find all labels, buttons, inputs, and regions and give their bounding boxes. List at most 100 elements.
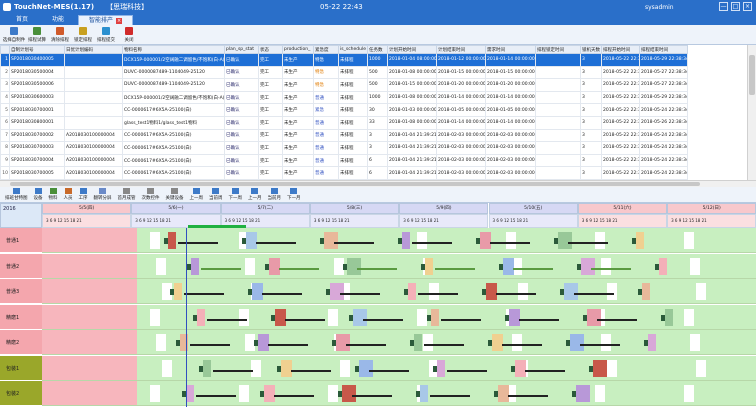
task-block[interactable] [246,232,257,249]
gantt-toolbar-button-6[interactable]: 首月成管 [115,187,139,202]
gantt-toolbar-button-14[interactable]: 下一月 [284,187,304,202]
column-header[interactable]: 日优计划编码 [64,45,123,54]
task-block[interactable] [665,308,673,326]
resource-label[interactable]: 精磨1 [0,304,42,330]
task-block[interactable] [558,232,572,249]
toolbar-button-4[interactable]: 排程提交 [95,25,117,44]
toolbar-button-3[interactable]: 锁定排程 [72,25,94,44]
task-block[interactable] [258,334,269,351]
task-block[interactable] [191,257,199,275]
task-block[interactable] [336,334,350,351]
gantt-toolbar-button-0[interactable]: 排班甘特图 [2,187,31,202]
column-header[interactable]: plan_sp_stat [224,45,259,54]
maximize-button[interactable]: □ [731,2,740,11]
task-block[interactable] [636,232,644,249]
task-block[interactable] [420,385,428,402]
toolbar-button-5[interactable]: 关闭 [118,25,140,44]
table-row[interactable]: 6 SP2018030800001 glass_test1物料1/glass_tes… [0,115,688,130]
gantt-toolbar-button-13[interactable]: 当前月 [265,187,285,202]
column-header[interactable]: 物料名称 [122,45,225,54]
tab-functions[interactable]: 功能 [42,15,74,25]
gantt-toolbar-button-1[interactable]: 设备 [31,187,46,202]
task-block[interactable] [648,334,656,351]
task-block[interactable] [269,257,280,275]
task-block[interactable] [359,359,373,377]
task-block[interactable] [503,257,514,275]
table-row[interactable]: 9 SP2018030700004 A2018030100000004 CC-0000… [0,153,688,168]
task-block[interactable] [425,257,433,275]
tab-smart-scheduling[interactable]: 智能排产 × [78,15,134,25]
task-block[interactable] [480,232,491,249]
close-window-button[interactable]: × [743,2,752,11]
column-header[interactable]: 锁机天数 [580,45,602,54]
table-row[interactable]: 10 SP2018030700005 A2018030100000004 CC-000… [0,166,688,180]
column-header[interactable]: 排程锁定时间 [535,45,581,54]
task-block[interactable] [186,385,194,402]
table-row[interactable]: 4 SP2018030600003 DCX15P-000001/2空阔融二调留色/不… [0,90,688,105]
column-header[interactable]: 任务数 [367,45,388,54]
resource-label[interactable]: 包装1 [0,355,42,381]
column-header[interactable]: 自制计划号 [9,45,65,54]
table-row[interactable]: 8 SP2018030700003 A2018030100000004 CC-0000… [0,141,688,155]
toolbar-button-2[interactable]: 清除排程 [49,25,71,44]
task-block[interactable] [564,283,578,300]
task-block[interactable] [402,232,410,249]
horizontal-scrollbar[interactable] [0,180,756,187]
tab-home[interactable]: 首页 [6,15,38,25]
gantt-toolbar-button-8[interactable]: 关键设备 [163,187,187,202]
resource-label[interactable]: 普通1 [0,228,42,253]
toolbar-button-1[interactable]: 排程试算 [26,25,48,44]
gantt-toolbar-button-9[interactable]: 上一周 [187,187,207,202]
task-block[interactable] [642,283,650,300]
task-block[interactable] [324,232,338,249]
scroll-thumb[interactable] [749,55,755,95]
task-block[interactable] [576,385,590,402]
task-block[interactable] [587,308,601,326]
gantt-toolbar-button-11[interactable]: 下一周 [226,187,246,202]
task-block[interactable] [203,359,211,377]
column-header[interactable]: 排程结束时间 [639,45,688,54]
task-block[interactable] [197,308,205,326]
gantt-toolbar-button-2[interactable]: 物料 [46,187,61,202]
task-block[interactable] [581,257,595,275]
gantt-toolbar-button-4[interactable]: 工序 [76,187,91,202]
task-block[interactable] [264,385,275,402]
table-row[interactable]: 7 SP2018030700002 A2018030100000004 CC-0000… [0,128,688,143]
column-header[interactable]: is_schedule [338,45,368,54]
vertical-scrollbar[interactable] [747,45,756,180]
task-block[interactable] [492,334,503,351]
task-block[interactable] [330,283,344,300]
current-user[interactable]: sysadmin [645,4,674,11]
table-row[interactable]: 1 SP2018030400005 DCX15P-000001/2空阔融二调留色/不… [0,53,688,67]
task-block[interactable] [486,283,497,300]
task-block[interactable] [414,334,422,351]
task-block[interactable] [252,283,263,300]
task-block[interactable] [437,359,445,377]
table-row[interactable]: 2 SP2018030500004 DUVC-0000087489-1104049-… [0,65,688,80]
scroll-thumb[interactable] [10,182,700,186]
column-header[interactable]: 计划开始时间 [387,45,437,54]
gantt-toolbar-button-7[interactable]: 次数控件 [139,187,163,202]
table-row[interactable]: 3 SP2018030500006 DUVC-0000087489-1104049-… [0,78,688,92]
table-row[interactable]: 5 SP2018030700001 CC-0000617#6X5A-25100(白)… [0,103,688,117]
resource-label[interactable]: 普通2 [0,253,42,279]
toolbar-button-0[interactable]: 选择自制件 [3,25,25,44]
column-header[interactable]: 状态 [258,45,283,54]
task-block[interactable] [281,359,292,377]
column-header[interactable]: 需求时间 [485,45,536,54]
task-block[interactable] [174,283,182,300]
task-block[interactable] [408,283,416,300]
task-block[interactable] [275,308,286,326]
gantt-toolbar-button-10[interactable]: 当前周 [206,187,226,202]
task-block[interactable] [593,359,607,377]
task-block[interactable] [515,359,526,377]
resource-label[interactable]: 普通3 [0,279,42,304]
task-block[interactable] [570,334,584,351]
column-header[interactable]: 排程开始时间 [601,45,640,54]
task-block[interactable] [431,308,439,326]
tab-close-icon[interactable]: × [116,17,123,24]
task-block[interactable] [347,257,361,275]
minimize-button[interactable]: — [719,2,728,11]
gantt-toolbar-button-12[interactable]: 上一月 [245,187,265,202]
task-block[interactable] [168,232,176,249]
